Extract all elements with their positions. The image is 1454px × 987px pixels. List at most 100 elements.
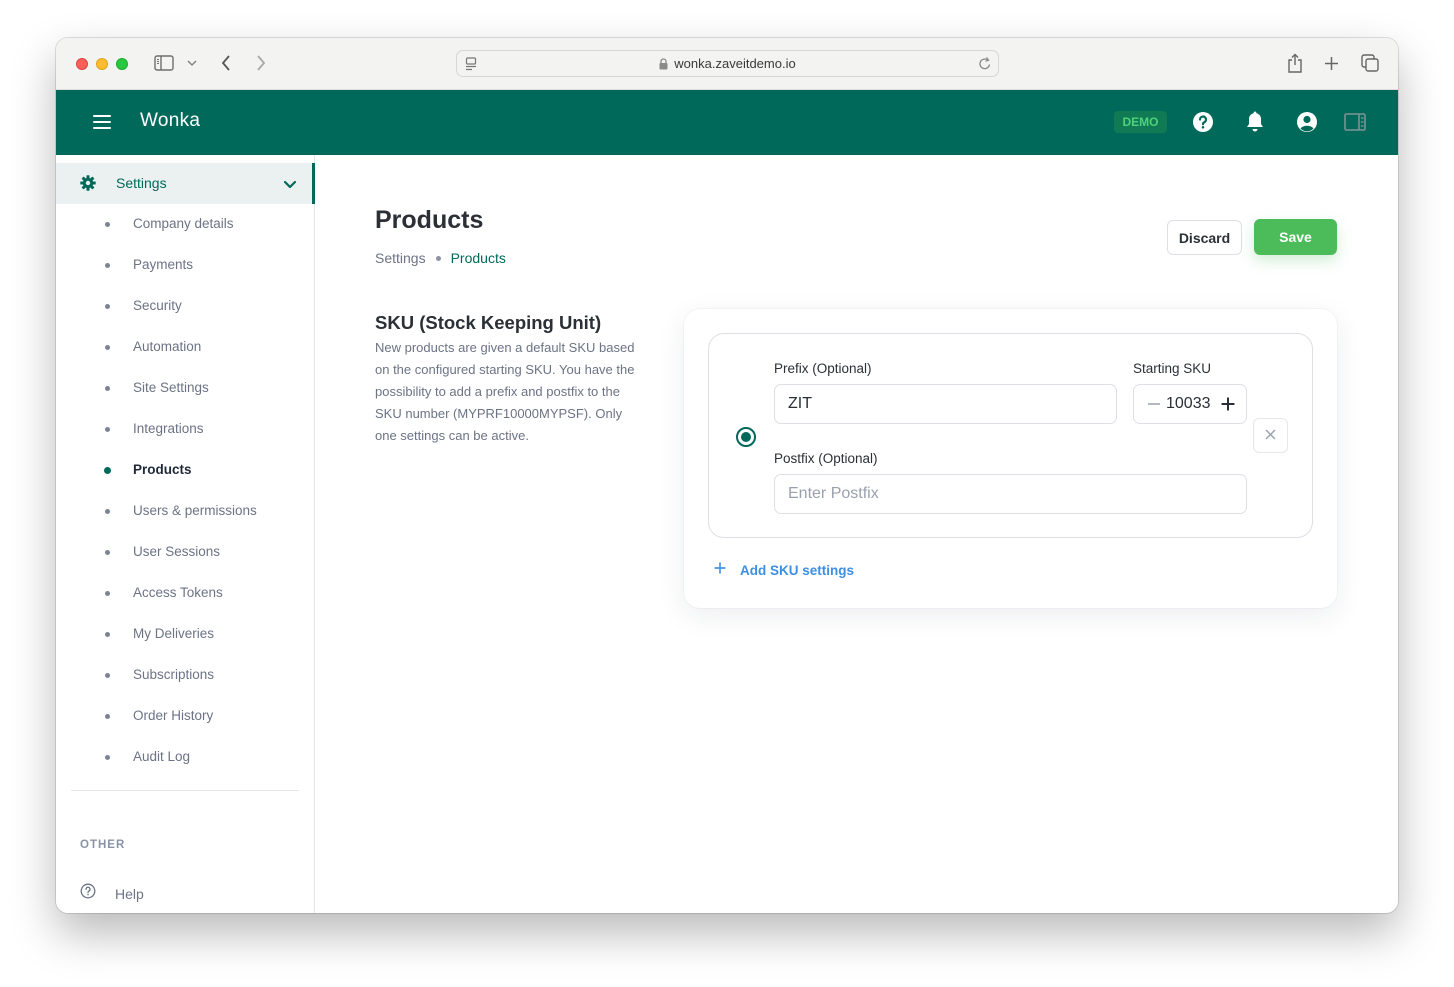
sidebar-item-label: Products: [133, 462, 192, 477]
add-sku-settings-button[interactable]: Add SKU settings: [714, 561, 854, 579]
sidebar: Settings Company details Payments Securi…: [56, 155, 315, 913]
sidebar-item-integrations[interactable]: Integrations: [56, 415, 314, 445]
forward-icon[interactable]: [253, 53, 269, 73]
sidebar-item-label: My Deliveries: [133, 626, 215, 641]
sidebar-other-heading: OTHER: [80, 839, 126, 851]
sidebar-toggle-icon[interactable]: [153, 54, 175, 72]
starting-sku-value[interactable]: 10033: [1166, 395, 1211, 413]
sidebar-item-label: Automation: [133, 339, 202, 354]
sidebar-item-users-permissions[interactable]: Users & permissions: [56, 497, 314, 527]
browser-toolbar: wonka.zaveitdemo.io: [56, 38, 1398, 90]
postfix-input[interactable]: [774, 474, 1247, 514]
sidebar-item-products[interactable]: Products: [56, 456, 314, 486]
sidebar-item-subscriptions[interactable]: Subscriptions: [56, 661, 314, 691]
address-bar[interactable]: wonka.zaveitdemo.io: [456, 50, 999, 77]
gear-icon: [80, 175, 96, 196]
lock-icon: [659, 57, 668, 70]
prefix-input[interactable]: [774, 384, 1117, 424]
help-icon[interactable]: [1191, 110, 1215, 134]
breadcrumb-products: Products: [450, 250, 506, 266]
account-icon[interactable]: [1295, 110, 1319, 134]
decrement-button[interactable]: [1144, 394, 1164, 414]
sidebar-item-my-deliveries[interactable]: My Deliveries: [56, 620, 314, 650]
sidebar-item-payments[interactable]: Payments: [56, 251, 314, 281]
sidebar-item-label: Audit Log: [133, 749, 191, 764]
bullet-icon: [105, 222, 110, 227]
maximize-window-button[interactable]: [116, 58, 128, 70]
breadcrumb: Settings Products: [375, 250, 506, 266]
sidebar-item-label: User Sessions: [133, 544, 221, 559]
bullet-icon: [105, 755, 110, 760]
sidebar-item-label: Order History: [133, 708, 214, 723]
increment-button[interactable]: [1218, 394, 1238, 414]
sidebar-section-settings[interactable]: Settings: [56, 163, 315, 204]
sidebar-item-label: Access Tokens: [133, 585, 223, 600]
bullet-icon: [105, 714, 110, 719]
bullet-icon: [104, 467, 111, 474]
sidebar-divider: [71, 790, 299, 791]
save-button[interactable]: Save: [1254, 219, 1337, 255]
plus-icon: [714, 561, 726, 579]
breadcrumb-separator: [435, 255, 441, 261]
share-icon[interactable]: [1285, 51, 1305, 75]
panel-icon[interactable]: [1343, 110, 1367, 134]
sidebar-item-label: Integrations: [133, 421, 204, 436]
sidebar-item-label: Subscriptions: [133, 667, 215, 682]
prefix-label: Prefix (Optional): [774, 361, 872, 376]
sidebar-section-label: Settings: [116, 175, 167, 191]
bullet-icon: [105, 591, 110, 596]
sidebar-item-user-sessions[interactable]: User Sessions: [56, 538, 314, 568]
sku-section-description: New products are given a default SKU bas…: [375, 340, 635, 443]
bullet-icon: [105, 386, 110, 391]
bullet-icon: [105, 263, 110, 268]
sku-active-radio[interactable]: [736, 427, 756, 447]
sku-section-heading: SKU (Stock Keeping Unit): [375, 312, 602, 333]
help-circle-icon: [80, 883, 96, 904]
app-header: Wonka DEMO: [56, 90, 1398, 155]
sidebar-item-access-tokens[interactable]: Access Tokens: [56, 579, 314, 609]
sidebar-item-label: Payments: [133, 257, 194, 272]
discard-button[interactable]: Discard: [1167, 220, 1242, 255]
new-tab-icon[interactable]: [1322, 54, 1340, 72]
starting-sku-label: Starting SKU: [1133, 361, 1212, 376]
add-sku-settings-label: Add SKU settings: [740, 562, 855, 578]
bullet-icon: [105, 345, 110, 350]
demo-badge: DEMO: [1114, 111, 1167, 133]
browser-window: wonka.zaveitdemo.io Wonka DEMO Settings …: [56, 38, 1398, 913]
reader-icon[interactable]: [465, 57, 477, 74]
sidebar-item-label: Security: [133, 298, 182, 313]
close-icon: [1265, 427, 1276, 445]
sidebar-item-label: Company details: [133, 216, 234, 231]
sidebar-item-order-history[interactable]: Order History: [56, 702, 314, 732]
bullet-icon: [105, 632, 110, 637]
remove-sku-setting-button[interactable]: [1253, 418, 1288, 453]
sidebar-item-label: Site Settings: [133, 380, 209, 395]
app-title: Wonka: [140, 110, 201, 131]
sidebar-item-help[interactable]: Help: [80, 883, 144, 904]
sidebar-item-audit-log[interactable]: Audit Log: [56, 743, 314, 773]
tabs-overview-icon[interactable]: [1360, 53, 1380, 73]
sidebar-item-security[interactable]: Security: [56, 292, 314, 322]
sku-setting-row: Prefix (Optional) Starting SKU 10033 Pos…: [708, 333, 1313, 538]
chevron-down-icon[interactable]: [186, 57, 198, 69]
minimize-window-button[interactable]: [96, 58, 108, 70]
bullet-icon: [105, 427, 110, 432]
url-text: wonka.zaveitdemo.io: [674, 56, 796, 71]
back-icon[interactable]: [218, 53, 234, 73]
sidebar-item-automation[interactable]: Automation: [56, 333, 314, 363]
reload-icon[interactable]: [978, 56, 992, 74]
menu-icon[interactable]: [93, 115, 111, 129]
starting-sku-stepper[interactable]: 10033: [1133, 384, 1247, 424]
breadcrumb-settings[interactable]: Settings: [375, 250, 426, 266]
sidebar-item-company-details[interactable]: Company details: [56, 210, 314, 240]
bell-icon[interactable]: [1243, 110, 1267, 134]
help-label: Help: [115, 885, 144, 902]
sku-settings-card: Prefix (Optional) Starting SKU 10033 Pos…: [684, 309, 1337, 608]
sidebar-item-site-settings[interactable]: Site Settings: [56, 374, 314, 404]
postfix-label: Postfix (Optional): [774, 451, 878, 466]
close-window-button[interactable]: [76, 58, 88, 70]
bullet-icon: [105, 673, 110, 678]
chevron-down-icon[interactable]: [283, 176, 297, 194]
bullet-icon: [105, 509, 110, 514]
sidebar-item-label: Users & permissions: [133, 503, 257, 518]
